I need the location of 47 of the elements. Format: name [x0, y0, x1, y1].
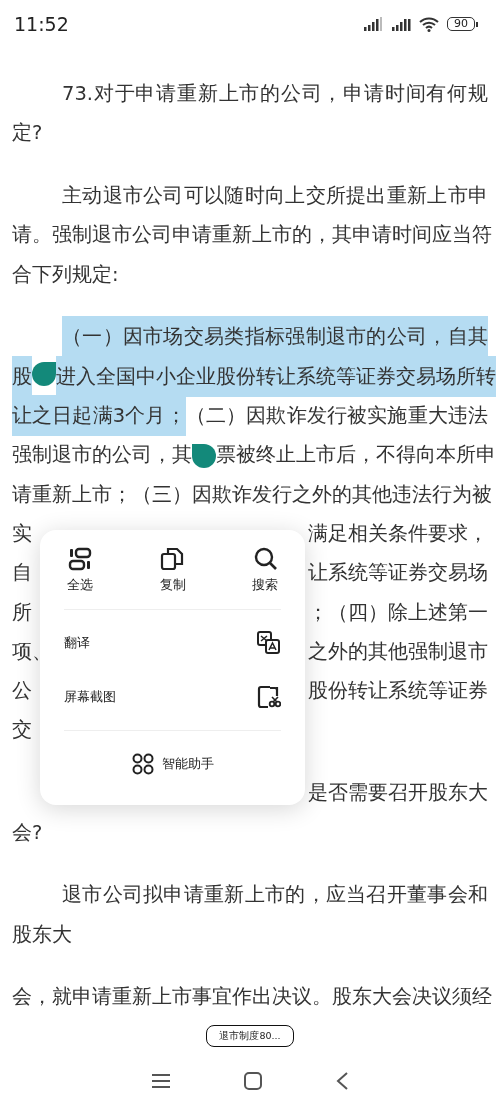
translate-icon	[256, 630, 281, 655]
text-fragment: 股	[12, 355, 32, 397]
text-fragment: 强制退市的公司，其	[12, 443, 192, 467]
menu-button[interactable]: 搜索	[235, 546, 295, 595]
text-line: 自	[12, 560, 32, 587]
back-icon[interactable]	[335, 1071, 349, 1091]
menu-icon[interactable]	[151, 1073, 171, 1089]
menu-item[interactable]: 翻译	[64, 615, 281, 670]
battery-icon: 90	[447, 17, 478, 31]
text-line: 73.对于申请重新上市的公司，申请时间有何规	[61, 81, 488, 107]
signal-icon	[363, 16, 383, 32]
text-line: 股东大	[12, 921, 73, 948]
wifi-icon	[419, 16, 439, 32]
text-line: 项、	[12, 638, 52, 665]
search-icon	[252, 546, 278, 571]
assistant-button[interactable]: 智能助手	[64, 730, 281, 797]
text-line: 股份转让系统等证券	[308, 678, 488, 705]
screenshot-icon	[256, 684, 281, 709]
text-line: 实	[12, 520, 32, 547]
menu-button[interactable]: 全选	[50, 546, 110, 595]
text-line: 让之日起满3个月；（二）因欺诈发行被实施重大违法	[12, 396, 488, 436]
text-fragment: 票被终止上市后，不得向本所申	[216, 443, 496, 467]
home-icon[interactable]	[243, 1071, 263, 1091]
text-line: 合下列规定:	[12, 261, 120, 288]
text-line: 所	[12, 599, 32, 626]
copy-icon	[160, 546, 185, 571]
text-line: 公	[12, 678, 32, 705]
text-line: 退市公司拟申请重新上市的，应当召开董事会和	[61, 882, 488, 909]
document-chip[interactable]: 退市制度80...	[206, 1025, 294, 1048]
signal-icon	[391, 16, 411, 32]
text-line: 让系统等证券交易场	[308, 560, 488, 587]
text-line: 主动退市公司可以随时向上交所提出重新上市申	[61, 183, 488, 210]
text-line: 交	[12, 717, 32, 744]
menu-button[interactable]: 复制	[142, 546, 203, 595]
text-line: 满足相关条件要求，	[308, 520, 488, 547]
menu-item[interactable]: 屏幕截图	[64, 669, 281, 724]
text-line: 是否需要召开股东大	[308, 780, 488, 807]
select-all-icon	[67, 546, 93, 571]
text-line: 之外的其他强制退市	[308, 638, 488, 665]
text-line: 会?	[12, 819, 44, 846]
text-line: ；（四）除上述第一	[308, 599, 488, 626]
selection-handle[interactable]	[32, 362, 56, 387]
clock-time: 11:52	[14, 11, 69, 37]
selection-handle[interactable]	[192, 443, 216, 468]
grid-icon	[131, 752, 154, 775]
text-line: 定?	[12, 120, 44, 147]
text-fragment: 进入全国中小企业股份转让系统等证券交易场所转	[56, 355, 496, 397]
